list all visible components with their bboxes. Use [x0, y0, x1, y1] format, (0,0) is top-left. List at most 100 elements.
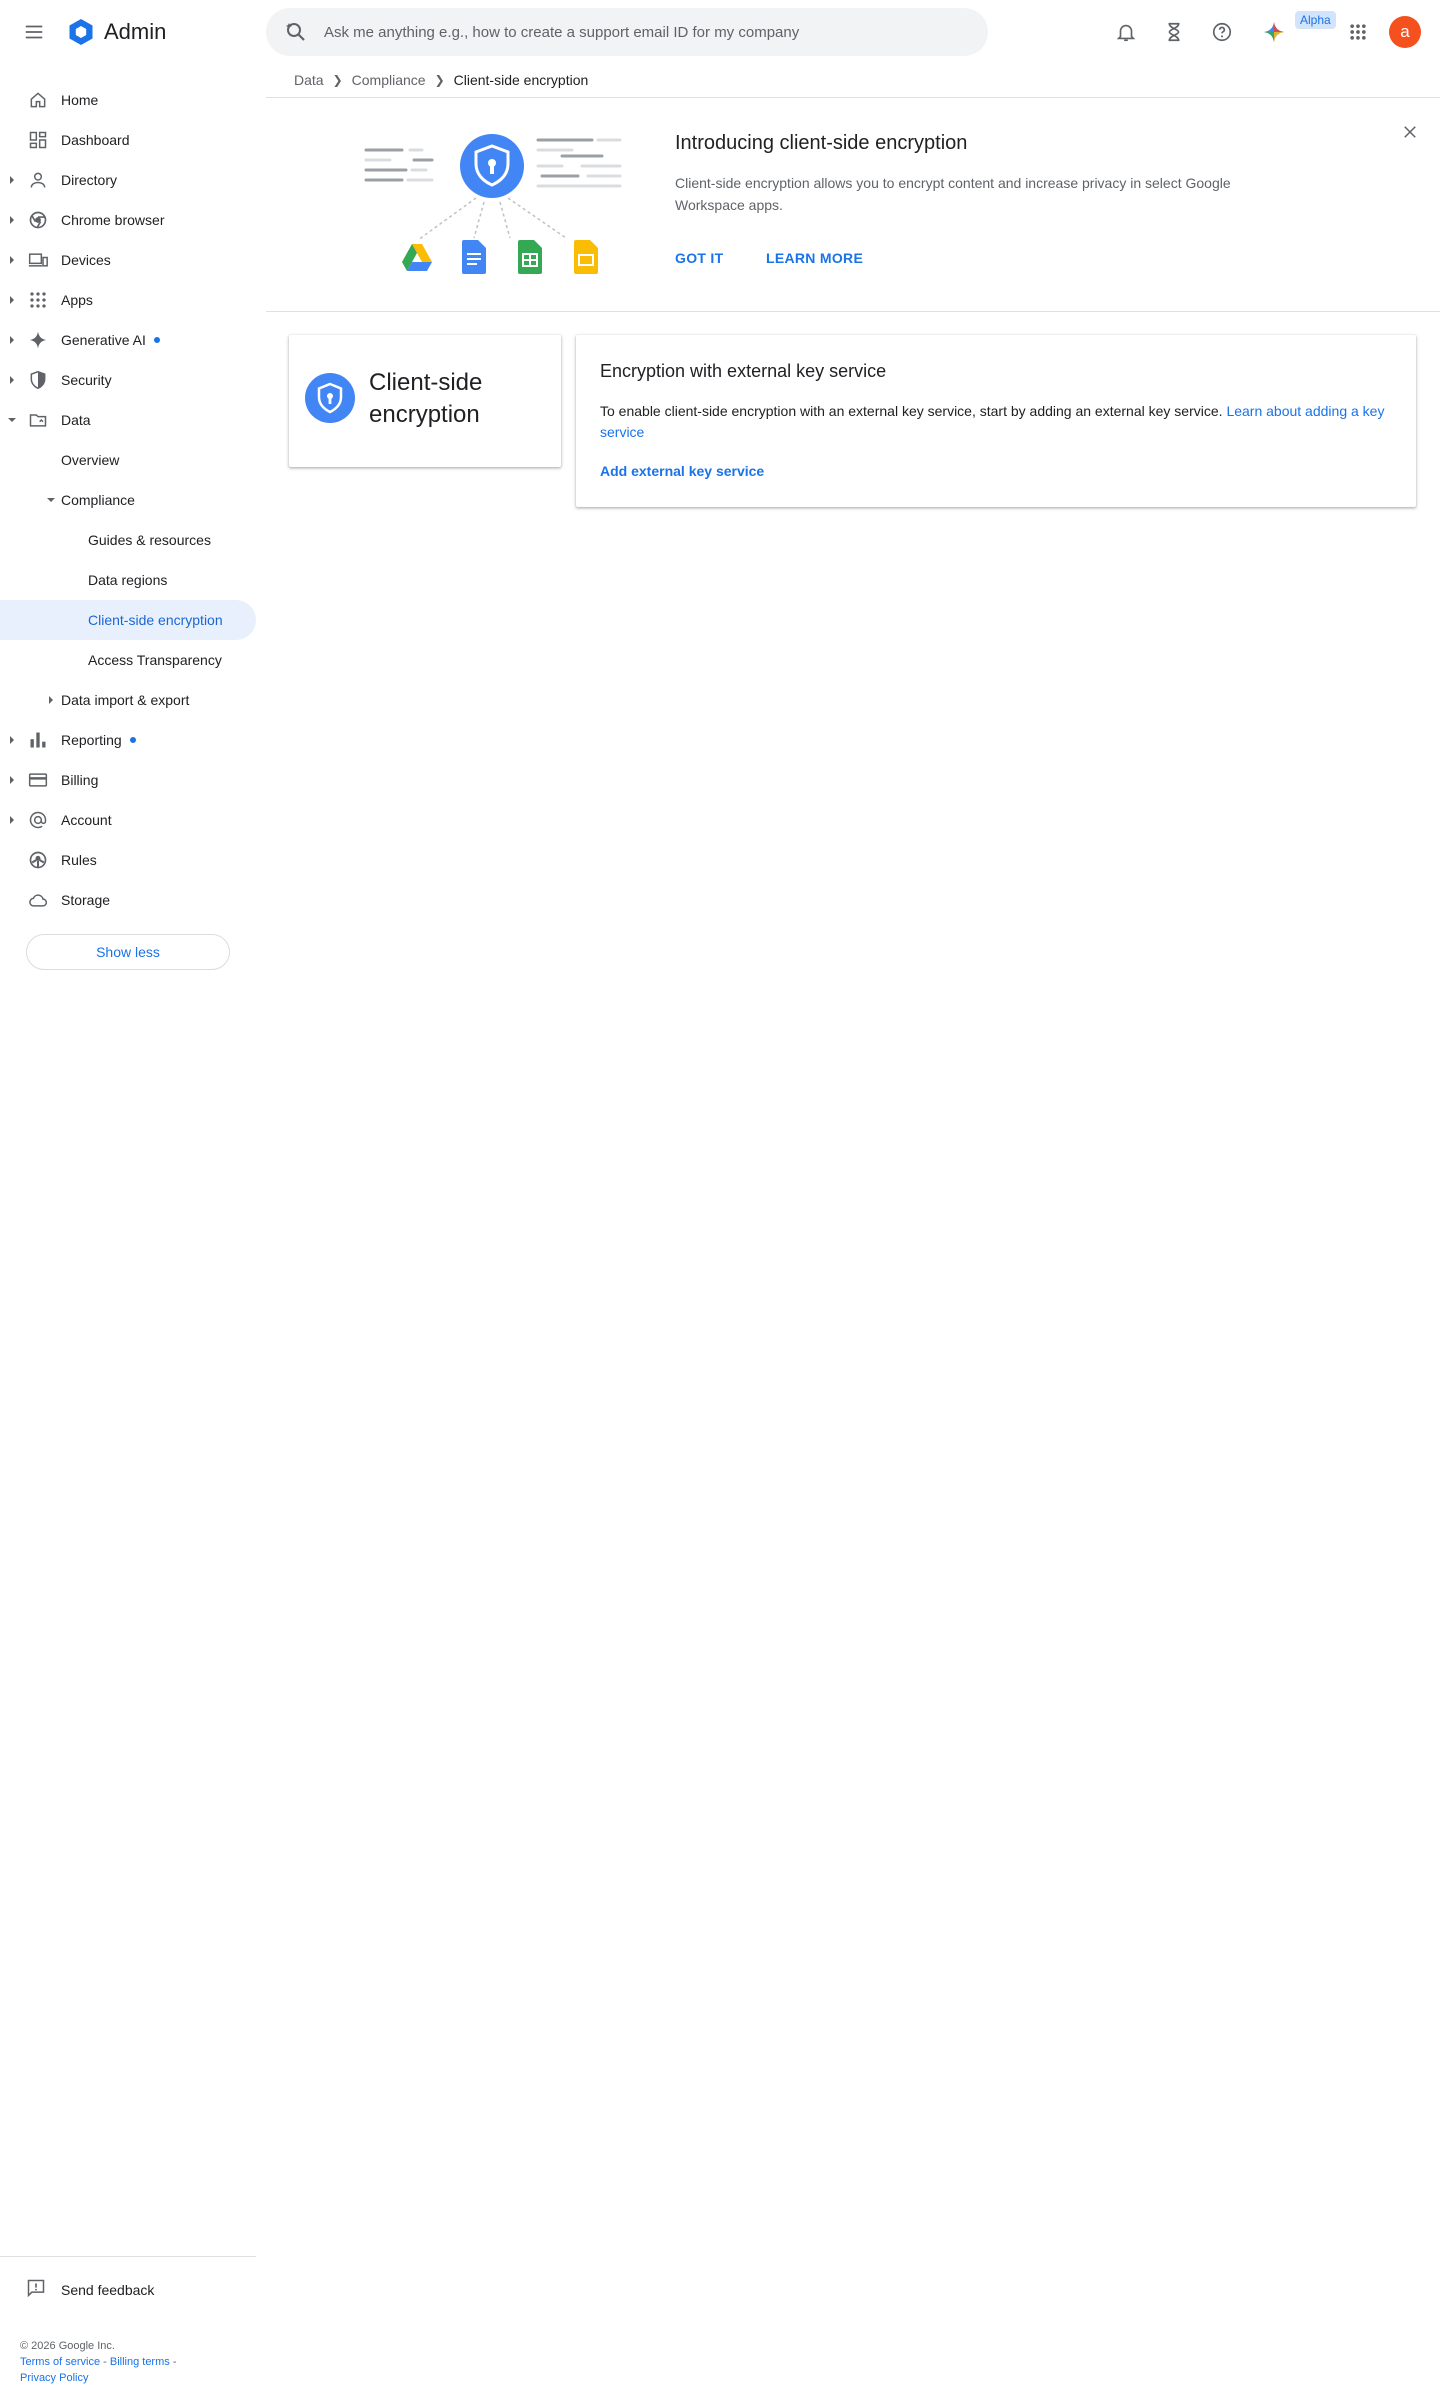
sidebar-item-overview[interactable]: Overview: [0, 440, 256, 480]
sidebar-item-label: Devices: [61, 252, 111, 268]
key-service-description: To enable client-side encryption with an…: [600, 401, 1390, 443]
sparkle-icon: [26, 328, 50, 352]
search-bar[interactable]: [266, 8, 988, 56]
close-banner-button[interactable]: [1398, 120, 1422, 144]
gemini-button[interactable]: [1258, 16, 1290, 48]
notifications-button[interactable]: [1110, 16, 1142, 48]
sidebar-item-label: Home: [61, 92, 99, 108]
cse-summary-card: Client-side encryption: [289, 335, 561, 467]
devices-icon: [26, 248, 50, 272]
bar-chart-icon: [26, 728, 50, 752]
breadcrumb-compliance[interactable]: Compliance: [352, 72, 426, 88]
billing-terms-link[interactable]: Billing terms: [110, 2356, 170, 2368]
caret-down-icon: [47, 498, 55, 502]
copyright: © 2026 Google Inc.: [20, 2340, 115, 2352]
sidebar-item-label: Reporting: [61, 732, 122, 748]
sidebar-item-label: Security: [61, 372, 112, 388]
sidebar-item-apps[interactable]: Apps: [0, 280, 256, 320]
breadcrumb-current: Client-side encryption: [453, 72, 589, 88]
send-feedback-button[interactable]: Send feedback: [0, 2270, 256, 2310]
privacy-policy-link[interactable]: Privacy Policy: [20, 2372, 88, 2384]
sidebar-item-data-import-export[interactable]: Data import & export: [0, 680, 256, 720]
add-external-key-service-link[interactable]: Add external key service: [600, 463, 764, 479]
got-it-button[interactable]: GOT IT: [675, 250, 723, 266]
breadcrumb: Data ❯ Compliance ❯ Client-side encrypti…: [294, 70, 588, 90]
sidebar-item-label: Directory: [61, 172, 118, 188]
encryption-illustration: [364, 134, 622, 274]
caret-right-icon: [10, 736, 14, 744]
sidebar-item-client-side-encryption[interactable]: Client-side encryption: [0, 600, 256, 640]
caret-right-icon: [10, 176, 14, 184]
cse-card-title: Client-side encryption: [369, 369, 483, 428]
sidebar-item-label: Access Transparency: [88, 652, 222, 668]
banner-title: Introducing client-side encryption: [675, 132, 968, 154]
sidebar-item-storage[interactable]: Storage: [0, 880, 256, 920]
dashboard-icon: [26, 128, 50, 152]
sidebar-item-data[interactable]: Data: [0, 400, 256, 440]
sidebar-item-reporting[interactable]: Reporting: [0, 720, 256, 760]
sidebar-item-data-regions[interactable]: Data regions: [0, 560, 256, 600]
send-feedback-label: Send feedback: [61, 2282, 155, 2298]
caret-right-icon: [49, 696, 53, 704]
show-less-button[interactable]: Show less: [26, 934, 230, 970]
chrome-icon: [26, 208, 50, 232]
credit-card-icon: [26, 768, 50, 792]
sidebar-item-rules[interactable]: Rules: [0, 840, 256, 880]
sidebar-item-security[interactable]: Security: [0, 360, 256, 400]
home-icon: [26, 88, 50, 112]
at-sign-icon: [26, 808, 50, 832]
help-button[interactable]: [1206, 16, 1238, 48]
sidebar-item-label: Overview: [61, 452, 120, 468]
hourglass-icon: [1168, 22, 1180, 42]
footer: © 2026 Google Inc. Terms of service - Bi…: [20, 2338, 177, 2386]
sidebar-item-dashboard[interactable]: Dashboard: [0, 120, 256, 160]
terms-of-service-link[interactable]: Terms of service: [20, 2356, 100, 2368]
account-avatar[interactable]: a: [1389, 16, 1421, 48]
apps-grid-icon: [1350, 24, 1366, 40]
sidebar-divider: [0, 2256, 256, 2257]
sidebar-item-billing[interactable]: Billing: [0, 760, 256, 800]
main-menu-button[interactable]: [20, 18, 48, 46]
chevron-right-icon: ❯: [434, 73, 445, 87]
banner-description: Client-side encryption allows you to enc…: [675, 175, 1231, 213]
caret-right-icon: [10, 216, 14, 224]
top-bar: Admin Ask me anything e.g., how to creat…: [0, 0, 1440, 64]
sidebar: Home Dashboard Directory Chrome browser …: [0, 64, 256, 2400]
google-apps-button[interactable]: [1342, 16, 1374, 48]
gemini-sparkle-icon: [1264, 22, 1284, 42]
sidebar-item-access-transparency[interactable]: Access Transparency: [0, 640, 256, 680]
caret-right-icon: [10, 776, 14, 784]
sidebar-item-label: Rules: [61, 852, 97, 868]
sidebar-item-label: Client-side encryption: [88, 612, 223, 628]
folder-icon: [26, 408, 50, 432]
person-icon: [26, 168, 50, 192]
sidebar-item-devices[interactable]: Devices: [0, 240, 256, 280]
sidebar-item-label-wrap: Reporting: [61, 732, 136, 748]
sidebar-item-label: Generative AI: [61, 332, 146, 348]
new-indicator-dot: [153, 337, 160, 344]
breadcrumb-data[interactable]: Data: [294, 72, 324, 88]
sidebar-item-account[interactable]: Account: [0, 800, 256, 840]
sidebar-item-label: Account: [61, 812, 112, 828]
sidebar-item-label: Dashboard: [61, 132, 130, 148]
learn-more-button[interactable]: LEARN MORE: [766, 250, 863, 266]
intro-banner: Introducing client-side encryption Clien…: [266, 98, 1440, 312]
apps-grid-icon: [26, 288, 50, 312]
admin-logo[interactable]: Admin: [66, 16, 166, 48]
caret-down-icon: [8, 418, 16, 422]
key-service-card: Encryption with external key service To …: [576, 335, 1416, 507]
sidebar-item-generative-ai[interactable]: Generative AI: [0, 320, 256, 360]
sidebar-item-compliance[interactable]: Compliance: [0, 480, 256, 520]
sidebar-item-label: Storage: [61, 892, 111, 908]
sidebar-item-label: Billing: [61, 772, 99, 788]
sidebar-item-directory[interactable]: Directory: [0, 160, 256, 200]
sidebar-item-home[interactable]: Home: [0, 80, 256, 120]
search-input[interactable]: [324, 23, 988, 41]
sidebar-item-chrome-browser[interactable]: Chrome browser: [0, 200, 256, 240]
bell-icon: [1116, 24, 1136, 42]
tasks-button[interactable]: [1158, 16, 1190, 48]
sidebar-item-guides-resources[interactable]: Guides & resources: [0, 520, 256, 560]
key-service-title: Encryption with external key service: [600, 361, 887, 381]
sidebar-item-label: Compliance: [61, 492, 135, 508]
sidebar-item-label: Data regions: [88, 572, 168, 588]
